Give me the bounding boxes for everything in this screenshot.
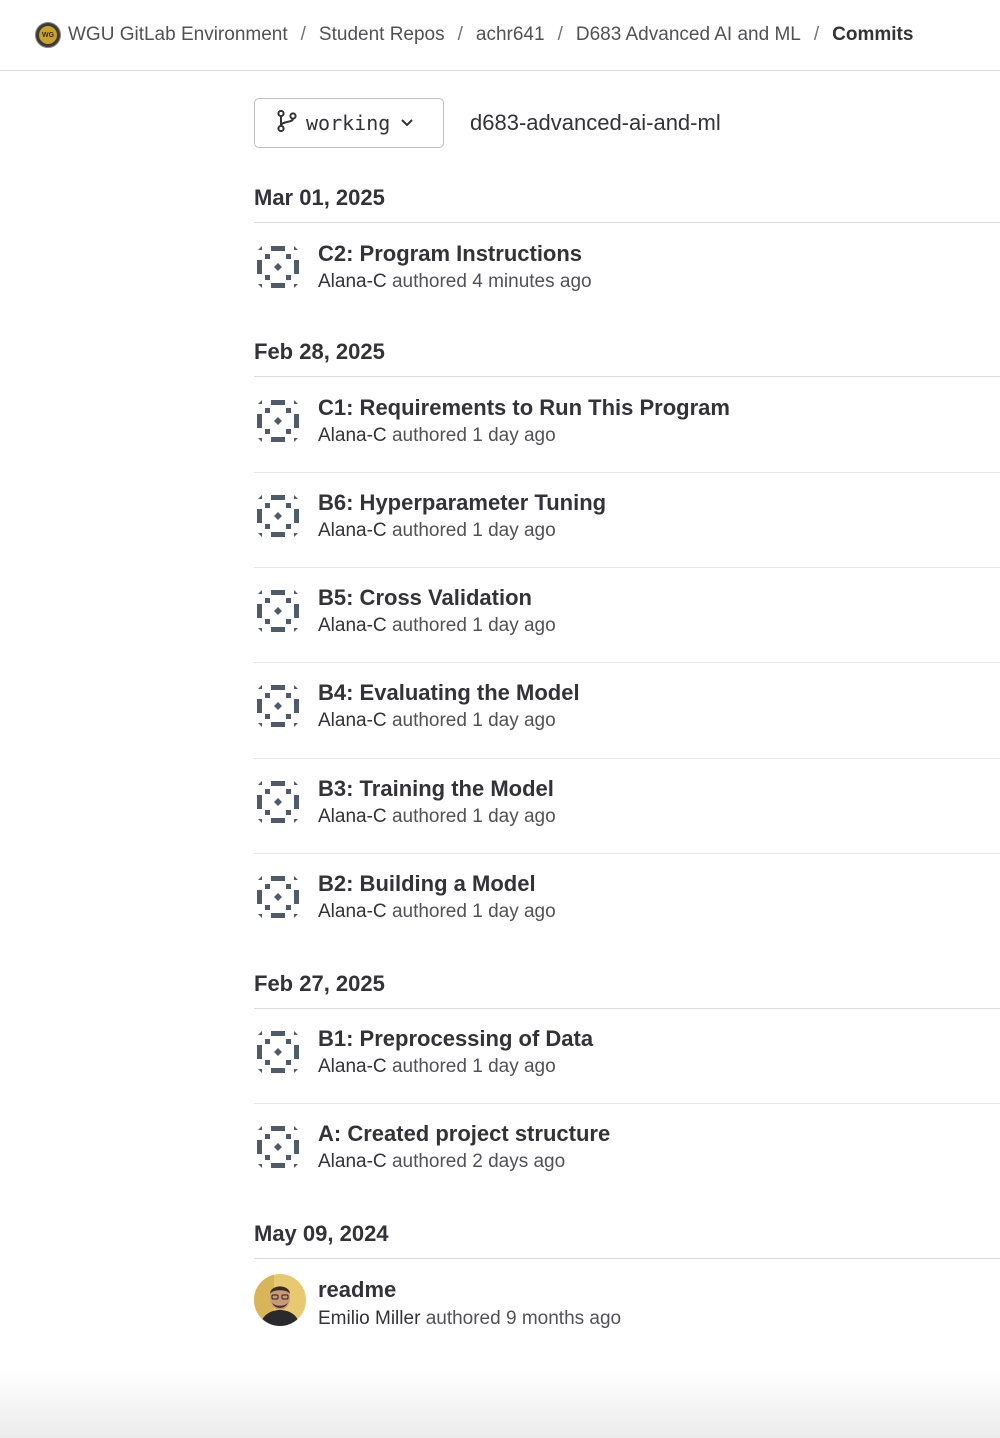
breadcrumb-item-current: Commits (832, 24, 914, 45)
breadcrumb-item-user[interactable]: achr641 (476, 24, 545, 46)
breadcrumb-item-subgroup[interactable]: Student Repos (319, 24, 445, 46)
commit-verb: authored (391, 520, 467, 541)
commit-author-link[interactable]: Alana-C (318, 1056, 387, 1077)
identicon-avatar[interactable] (254, 587, 306, 639)
identicon-avatar[interactable] (254, 1123, 306, 1175)
user-avatar[interactable] (254, 1274, 306, 1326)
commit-meta: Alana-C authored 1 day ago (318, 615, 556, 637)
breadcrumb-separator: / (457, 24, 463, 45)
commit-title-link[interactable]: readme (318, 1277, 396, 1303)
date-header: Feb 27, 2025 (254, 971, 385, 996)
commit-meta: Alana-C authored 1 day ago (318, 710, 556, 732)
divider (254, 1008, 1000, 1009)
commit-time: 9 months ago (505, 1308, 622, 1329)
date-header: Mar 01, 2025 (254, 185, 385, 210)
commit-author-link[interactable]: Alana-C (318, 615, 387, 636)
commit-time: 1 day ago (472, 520, 556, 541)
identicon-avatar[interactable] (254, 778, 306, 830)
commit-title-link[interactable]: C2: Program Instructions (318, 241, 582, 267)
identicon-avatar[interactable] (254, 492, 306, 544)
commit-author-link[interactable]: Alana-C (318, 271, 387, 292)
breadcrumb: WG WGU GitLab Environment / Student Repo… (0, 0, 1000, 71)
commit-title-link[interactable]: B3: Training the Model (318, 776, 554, 802)
commit-title-link[interactable]: C1: Requirements to Run This Program (318, 395, 730, 421)
commit-title-link[interactable]: A: Created project structure (318, 1121, 610, 1147)
commit-verb: authored (391, 425, 467, 446)
commit-meta: Alana-C authored 4 minutes ago (318, 271, 592, 293)
breadcrumb-separator: / (813, 24, 820, 45)
divider (254, 1258, 1000, 1259)
commit-time: 1 day ago (472, 615, 556, 636)
repo-path: d683-advanced-ai-and-ml (470, 110, 721, 135)
commit-author-link[interactable]: Alana-C (318, 901, 387, 922)
commit-meta: Alana-C authored 1 day ago (318, 1056, 556, 1078)
row-divider (254, 472, 1000, 473)
commit-time: 1 day ago (472, 710, 556, 731)
commit-author-link[interactable]: Alana-C (318, 520, 387, 541)
commit-meta: Alana-C authored 2 days ago (318, 1151, 565, 1173)
date-header: Feb 28, 2025 (254, 339, 385, 364)
commit-verb: authored (391, 271, 467, 292)
commit-time: 1 day ago (472, 425, 556, 446)
branch-name: working (306, 111, 391, 135)
branch-dropdown-button[interactable]: working (254, 98, 444, 148)
commit-meta: Alana-C authored 1 day ago (318, 806, 556, 828)
commit-meta: Alana-C authored 1 day ago (318, 901, 556, 923)
commit-verb: authored (391, 1151, 467, 1172)
identicon-avatar[interactable] (254, 243, 306, 295)
row-divider (254, 853, 1000, 854)
commit-title-link[interactable]: B1: Preprocessing of Data (318, 1026, 593, 1052)
commit-time: 1 day ago (472, 901, 556, 922)
row-divider (254, 758, 1000, 759)
identicon-avatar[interactable] (254, 1028, 306, 1080)
commit-author-link[interactable]: Alana-C (318, 1151, 387, 1172)
branch-icon (276, 109, 298, 138)
commit-time: 2 days ago (472, 1151, 566, 1172)
page-footer-shade (0, 1370, 1000, 1438)
commit-meta: Alana-C authored 1 day ago (318, 520, 556, 542)
identicon-avatar[interactable] (254, 397, 306, 449)
commit-title-link[interactable]: B2: Building a Model (318, 871, 536, 897)
chevron-down-icon (400, 118, 414, 128)
commit-time: 1 day ago (472, 1056, 556, 1077)
commit-meta: Emilio Miller authored 9 months ago (318, 1308, 621, 1330)
commit-title-link[interactable]: B4: Evaluating the Model (318, 680, 580, 706)
breadcrumb-separator: / (557, 24, 563, 45)
commit-author-link[interactable]: Alana-C (318, 425, 387, 446)
commit-verb: authored (391, 615, 467, 636)
breadcrumb-item-project[interactable]: D683 Advanced AI and ML (576, 24, 801, 46)
commit-time: 4 minutes ago (472, 271, 592, 292)
commit-time: 1 day ago (472, 806, 556, 827)
divider (254, 376, 1000, 377)
divider (254, 222, 1000, 223)
date-header: May 09, 2024 (254, 1221, 389, 1246)
commit-verb: authored (391, 806, 467, 827)
commit-verb: authored (391, 1056, 467, 1077)
branch-row: working d683-advanced-ai-and-ml (254, 98, 721, 148)
row-divider (254, 1103, 1000, 1104)
commit-title-link[interactable]: B6: Hyperparameter Tuning (318, 490, 606, 516)
commit-author-link[interactable]: Emilio Miller (318, 1308, 420, 1329)
breadcrumb-separator: / (300, 24, 306, 45)
commit-author-link[interactable]: Alana-C (318, 710, 387, 731)
commit-verb: authored (425, 1308, 501, 1329)
commit-verb: authored (391, 710, 467, 731)
wgu-logo-icon[interactable]: WG (35, 22, 61, 48)
identicon-avatar[interactable] (254, 682, 306, 734)
breadcrumb-item-group[interactable]: WGU GitLab Environment (68, 24, 288, 46)
identicon-avatar[interactable] (254, 873, 306, 925)
commit-author-link[interactable]: Alana-C (318, 806, 387, 827)
row-divider (254, 662, 1000, 663)
row-divider (254, 567, 1000, 568)
commit-verb: authored (391, 901, 467, 922)
commit-meta: Alana-C authored 1 day ago (318, 425, 556, 447)
commit-title-link[interactable]: B5: Cross Validation (318, 585, 532, 611)
